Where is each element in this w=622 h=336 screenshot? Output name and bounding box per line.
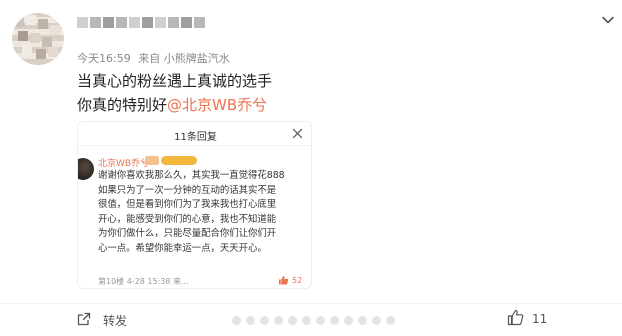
post-time: 今天16:59	[77, 52, 131, 65]
like-icon[interactable]	[507, 309, 524, 326]
commenter-verified-badge	[161, 156, 197, 165]
commenter-name: 北京WB乔兮	[98, 159, 150, 169]
comment-line: 很值，但是看到你们为了我来我也打心底里	[98, 199, 277, 211]
comment-like-icon	[278, 275, 289, 285]
comment-footer: 第10楼 4-28 15:38 来...	[98, 277, 189, 286]
commenter-badge	[145, 156, 159, 165]
card-title: 11条回复	[174, 132, 217, 143]
comment-line: 开心，能感受到你们的心意，我也不知道能	[98, 213, 277, 225]
comment-line: 谢谢你喜欢我那么久，其实我一直觉得花888	[98, 170, 285, 181]
card-header: 11条回复	[78, 122, 311, 146]
replies-card[interactable]: 11条回复 北京WB乔兮 谢谢你喜欢我那么久，其实我一直觉得花888 如果只为了…	[77, 121, 312, 289]
username-blurred[interactable]	[77, 14, 205, 30]
comment-line: 心一点。希望你能幸运一点，天天开心。	[98, 242, 267, 254]
commenter-avatar	[78, 158, 94, 180]
like-count: 11	[532, 312, 548, 326]
user-avatar[interactable]	[12, 13, 64, 65]
comment-text: 谢谢你喜欢我那么久，其实我一直觉得花888 如果只为了一次一分钟的互动的话其实不…	[98, 169, 308, 257]
divider	[0, 303, 622, 304]
comment-like-count: 52	[292, 276, 303, 285]
post-text-line-2: 你真的特别好@北京WB乔兮	[77, 94, 267, 115]
blurred-content	[232, 316, 395, 325]
comment-line: 如果只为了一次一分钟的互动的话其实不是	[98, 184, 277, 196]
post-text-prefix: 你真的特别好	[77, 96, 168, 114]
post-meta: 今天16:59 来自 小熊牌盐汽水	[77, 50, 234, 66]
close-icon	[292, 128, 303, 139]
mention-link[interactable]: @北京WB乔兮	[167, 96, 267, 114]
share-icon[interactable]	[76, 311, 92, 327]
comment-line: 为你们做什么，只能尽量配合你们让你们开	[98, 228, 277, 240]
post-text-line-1: 当真心的粉丝遇上真诚的选手	[77, 72, 273, 90]
share-button[interactable]: 转发	[103, 312, 127, 329]
chevron-down-icon[interactable]	[600, 12, 616, 28]
post-source: 来自 小熊牌盐汽水	[138, 52, 230, 65]
